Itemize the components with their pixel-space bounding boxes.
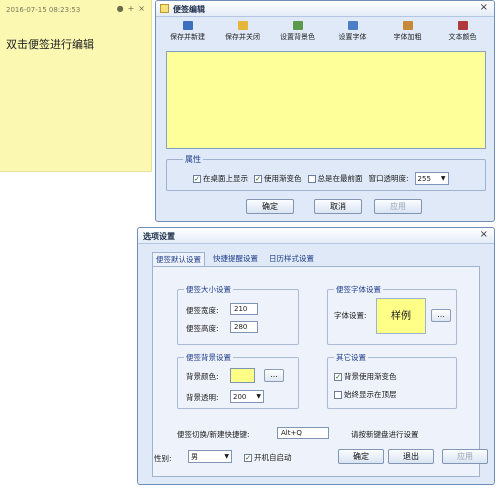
chevron-down-icon: ▼ (440, 175, 446, 182)
options-title: 选项设置 (143, 232, 175, 241)
save-close-icon (237, 21, 248, 30)
font-preview: 样例 (376, 298, 426, 334)
note-text[interactable]: 双击便签进行编辑 (6, 36, 94, 52)
note-pin-icon[interactable]: ● (117, 4, 124, 13)
font-group: 便签字体设置 字体设置: 样例 ... (327, 284, 457, 345)
note-add-icon[interactable]: + (128, 4, 135, 13)
options-panel: 便签大小设置 便签宽度: 210 便签高度: 280 便签字体设置 字体设置: … (152, 266, 480, 477)
opacity-select[interactable]: 255 ▼ (414, 172, 449, 185)
chevron-down-icon: ▼ (256, 393, 261, 400)
hotkey-label: 便签切换/新建快捷键: (177, 430, 250, 439)
text-color-icon (457, 21, 468, 30)
attributes-title: 属性 (183, 154, 203, 165)
bg-gradient-checkbox[interactable]: ✓ 背景使用渐变色 (334, 371, 397, 382)
width-label: 便签宽度: (186, 306, 219, 315)
editor-titlebar[interactable]: 便签编辑 × (156, 1, 494, 17)
set-background-label: 设置背景色 (280, 33, 315, 41)
other-group-title: 其它设置 (334, 352, 368, 363)
ok-button[interactable]: 确定 (246, 199, 294, 214)
options-titlebar[interactable]: 选项设置 × (138, 228, 494, 244)
note-app-icon (160, 4, 169, 13)
font-group-title: 便签字体设置 (334, 284, 383, 295)
ok-button[interactable]: 确定 (338, 449, 384, 464)
exit-button[interactable]: 退出 (388, 449, 434, 464)
height-label: 便签高度: (186, 324, 219, 333)
font-browse-button[interactable]: ... (431, 309, 451, 322)
save-new-button[interactable]: 保存并新建 (160, 21, 215, 49)
set-font-label: 设置字体 (338, 33, 367, 41)
size-group-title: 便签大小设置 (184, 284, 233, 295)
set-background-button[interactable]: 设置背景色 (270, 21, 325, 49)
note-editor-window: 便签编辑 × 保存并新建 保存并关闭 设置背景色 设置字体 字体加粗 文本颜色 (155, 0, 495, 222)
bg-color-label: 背景颜色: (186, 372, 219, 381)
skin-label: 性别: (154, 454, 172, 463)
attributes-row: ✓ 在桌面上显示 ✓ 使用渐变色 总是在最前面 窗口透明度: 255 ▼ (193, 172, 449, 185)
text-color-button[interactable]: 文本颜色 (435, 21, 490, 49)
background-group: 便签背景设置 背景颜色: ... 背景透明: 200 ▼ (177, 352, 299, 409)
save-close-button[interactable]: 保存并关闭 (215, 21, 270, 49)
opacity-label: 窗口透明度: (368, 174, 409, 183)
bold-icon (402, 21, 413, 30)
background-group-title: 便签背景设置 (184, 352, 233, 363)
skin-select[interactable]: 男 ▼ (188, 450, 232, 463)
font-label: 字体设置: (334, 311, 367, 320)
bg-color-browse-button[interactable]: ... (264, 369, 284, 382)
tab-quick-reminder[interactable]: 快捷提醒设置 (210, 252, 261, 266)
hotkey-hint: 请按新键盘进行设置 (351, 430, 419, 439)
autostart-checkbox[interactable]: ✓ 开机自启动 (244, 452, 292, 463)
apply-button[interactable]: 应用 (442, 449, 488, 464)
tab-note-defaults[interactable]: 便签默认设置 (152, 252, 205, 266)
bg-opacity-select[interactable]: 200 ▼ (230, 390, 264, 403)
always-on-top-checkbox[interactable]: 总是在最前面 (307, 173, 363, 184)
note-close-icon[interactable]: × (138, 4, 145, 13)
sticky-note[interactable]: 2016-07-15 08:23:53 ● + × 双击便签进行编辑 (0, 0, 152, 172)
close-icon[interactable]: × (480, 2, 488, 13)
options-window: 选项设置 × 便签默认设置 快捷提醒设置 日历样式设置 便签大小设置 便签宽度:… (137, 227, 495, 485)
set-font-button[interactable]: 设置字体 (325, 21, 380, 49)
apply-button[interactable]: 应用 (374, 199, 422, 214)
note-content-editor[interactable] (166, 51, 486, 149)
close-icon[interactable]: × (480, 229, 488, 240)
editor-title: 便签编辑 (173, 5, 205, 14)
text-color-label: 文本颜色 (448, 33, 477, 41)
hotkey-input[interactable]: Alt+Q (277, 427, 329, 439)
other-group: 其它设置 ✓ 背景使用渐变色 始终显示在顶层 (327, 352, 457, 409)
use-gradient-checkbox[interactable]: ✓ 使用渐变色 (254, 173, 302, 184)
options-tabs: 便签默认设置 快捷提醒设置 日历样式设置 (152, 252, 322, 266)
bg-opacity-label: 背景透明: (186, 393, 219, 402)
cancel-button[interactable]: 取消 (314, 199, 362, 214)
chevron-down-icon: ▼ (224, 453, 229, 460)
note-controls: ● + × (117, 4, 145, 13)
bold-label: 字体加粗 (393, 33, 422, 41)
font-icon (347, 21, 358, 30)
save-new-label: 保存并新建 (170, 33, 205, 41)
background-icon (292, 21, 303, 30)
bg-color-swatch[interactable] (230, 368, 255, 383)
width-input[interactable]: 210 (230, 303, 258, 315)
save-close-label: 保存并关闭 (225, 33, 260, 41)
height-input[interactable]: 280 (230, 321, 258, 333)
always-on-top-checkbox[interactable]: 始终显示在顶层 (334, 389, 397, 400)
bold-button[interactable]: 字体加粗 (380, 21, 435, 49)
show-on-desktop-checkbox[interactable]: ✓ 在桌面上显示 (193, 173, 248, 184)
save-new-icon (182, 21, 193, 30)
tab-calendar-style[interactable]: 日历样式设置 (266, 252, 317, 266)
size-group: 便签大小设置 便签宽度: 210 便签高度: 280 (177, 284, 299, 345)
attributes-group: 属性 ✓ 在桌面上显示 ✓ 使用渐变色 总是在最前面 窗口透明度: 255 ▼ (166, 154, 486, 191)
editor-toolbar: 保存并新建 保存并关闭 设置背景色 设置字体 字体加粗 文本颜色 (160, 21, 490, 49)
note-timestamp: 2016-07-15 08:23:53 (6, 6, 81, 14)
